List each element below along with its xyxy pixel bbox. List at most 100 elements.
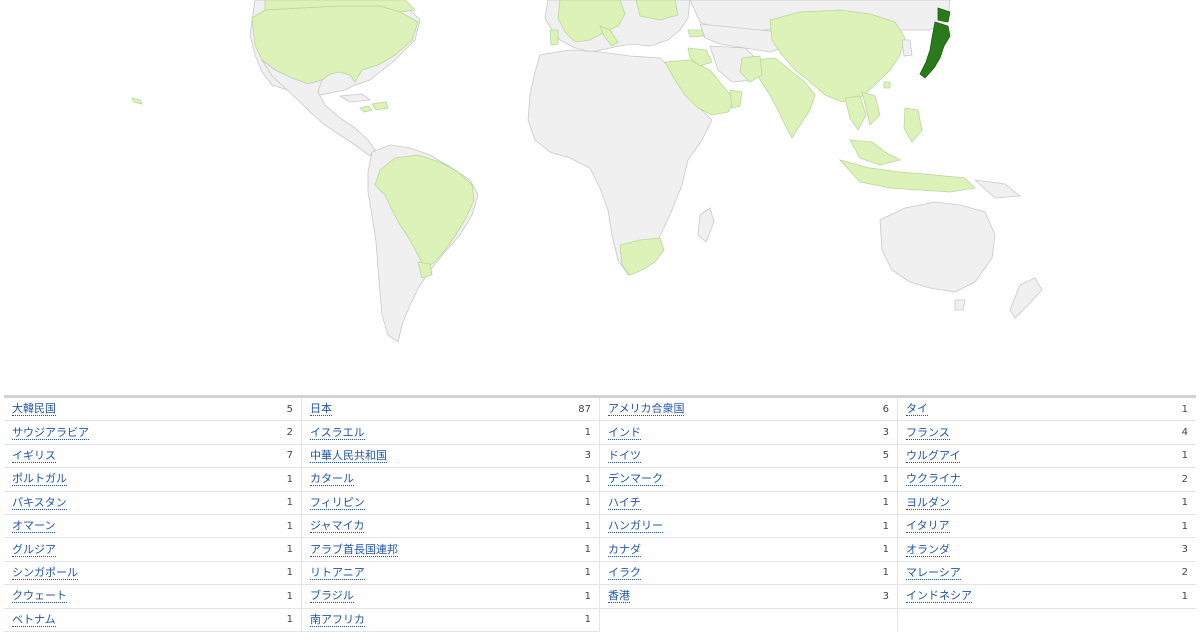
country-link[interactable]: ドイツ — [608, 449, 641, 463]
table-cell: シンガポール 1 — [4, 561, 302, 586]
table-cell: マレーシア 2 — [898, 562, 1196, 586]
table-cell: ヨルダン 1 — [898, 492, 1196, 515]
table-cell: ウルグアイ 1 — [898, 445, 1196, 469]
country-link[interactable]: イスラエル — [310, 426, 365, 440]
country-count: 7 — [286, 450, 293, 462]
country-link[interactable]: イタリア — [906, 519, 950, 534]
table-cell: ポルトガル 1 — [4, 468, 302, 492]
country-link[interactable]: ハイチ — [608, 496, 641, 510]
table-cell: タイ 1 — [898, 398, 1196, 422]
country-link[interactable]: マレーシア — [906, 566, 961, 580]
country-link[interactable]: オマーン — [12, 519, 56, 534]
country-link[interactable]: タイ — [906, 402, 928, 417]
country-link[interactable]: サウジアラビア — [12, 426, 89, 440]
country-link[interactable]: インド — [608, 426, 641, 440]
map-region-korea[interactable] — [901, 39, 913, 57]
map-region-tasmania[interactable] — [954, 299, 966, 311]
table-row: イギリス 7 中華人民共和国 3 ドイツ 5 ウルグアイ 1 — [4, 444, 1196, 469]
map-region-malaysia[interactable] — [849, 139, 902, 166]
map-region-australia[interactable] — [879, 201, 996, 293]
country-count: 1 — [1181, 520, 1188, 532]
map-region-indonesia[interactable] — [838, 159, 976, 193]
map-region-hong-kong[interactable] — [883, 81, 891, 89]
country-count: 1 — [286, 473, 293, 485]
country-count: 1 — [1181, 403, 1188, 415]
table-cell: ドイツ 5 — [600, 444, 898, 469]
map-region-madagascar[interactable] — [697, 207, 715, 243]
map-region-thailand[interactable] — [844, 95, 867, 131]
country-count: 1 — [286, 567, 293, 579]
country-count: 3 — [1181, 544, 1188, 556]
country-link[interactable]: ヨルダン — [906, 496, 950, 510]
country-link[interactable]: デンマーク — [608, 472, 663, 487]
map-region-south-africa[interactable] — [619, 237, 665, 276]
country-link[interactable]: ポルトガル — [12, 472, 67, 487]
table-cell: フィリピン 1 — [302, 491, 600, 515]
country-count: 2 — [286, 427, 293, 439]
table-cell — [898, 609, 1196, 632]
map-region-vietnam[interactable] — [861, 91, 881, 126]
country-count: 1 — [1181, 450, 1188, 462]
map-region-oman[interactable] — [729, 89, 743, 109]
map-region-philippines[interactable] — [903, 107, 923, 143]
country-count: 1 — [584, 427, 591, 439]
country-link[interactable]: インドネシア — [906, 589, 972, 604]
country-count: 87 — [578, 403, 591, 415]
world-map[interactable] — [0, 0, 1200, 395]
map-region-georgia[interactable] — [687, 29, 705, 38]
country-link[interactable]: ハンガリー — [608, 519, 663, 534]
country-link[interactable]: フィリピン — [310, 496, 365, 510]
country-count: 1 — [882, 473, 889, 485]
country-link[interactable]: グルジア — [12, 543, 56, 557]
country-link[interactable]: パキスタン — [12, 496, 67, 510]
country-link[interactable]: ウルグアイ — [906, 449, 961, 463]
country-link[interactable]: ブラジル — [310, 589, 354, 604]
country-link[interactable]: 香港 — [608, 589, 630, 604]
map-region-new-zealand[interactable] — [1009, 277, 1043, 319]
table-cell: 中華人民共和国 3 — [302, 444, 600, 469]
table-row: クウェート 1 ブラジル 1 香港 3 インドネシア 1 — [4, 585, 1196, 609]
table-cell: オランダ 3 — [898, 538, 1196, 562]
country-link[interactable]: 南アフリカ — [310, 613, 365, 627]
country-link[interactable]: クウェート — [12, 589, 67, 604]
map-region-haiti[interactable] — [371, 101, 389, 111]
table-row: ベトナム 1 南アフリカ 1 — [4, 608, 1196, 632]
map-region-hawaii[interactable] — [131, 97, 143, 105]
table-cell: イタリア 1 — [898, 515, 1196, 539]
country-count: 1 — [882, 544, 889, 556]
table-cell: フランス 4 — [898, 421, 1196, 445]
table-cell: ウクライナ 2 — [898, 468, 1196, 492]
map-region-portugal[interactable] — [549, 29, 559, 46]
country-link[interactable]: カナダ — [608, 543, 641, 557]
country-link[interactable]: アラブ首長国連邦 — [310, 543, 398, 557]
country-count: 1 — [286, 614, 293, 626]
country-link[interactable]: ベトナム — [12, 613, 56, 627]
country-link[interactable]: 日本 — [310, 402, 332, 417]
table-row: シンガポール 1 リトアニア 1 イラク 1 マレーシア 2 — [4, 561, 1196, 586]
table-cell: カタール 1 — [302, 468, 600, 492]
country-link[interactable]: シンガポール — [12, 566, 78, 580]
country-count: 1 — [584, 520, 591, 532]
country-link[interactable]: イギリス — [12, 449, 56, 463]
country-link[interactable]: カタール — [310, 472, 354, 487]
map-region-jamaica[interactable] — [359, 105, 373, 113]
country-link[interactable]: 大韓民国 — [12, 402, 56, 417]
country-link[interactable]: ウクライナ — [906, 472, 961, 487]
map-region-cuba[interactable] — [338, 93, 372, 103]
table-cell: ジャマイカ 1 — [302, 514, 600, 539]
country-link[interactable]: リトアニア — [310, 566, 365, 580]
country-link[interactable]: アメリカ合衆国 — [608, 402, 685, 417]
country-link[interactable]: イラク — [608, 566, 641, 580]
country-link[interactable]: ジャマイカ — [310, 519, 365, 534]
map-region-papua[interactable] — [973, 179, 1022, 199]
world-map-svg — [131, 0, 1043, 343]
country-count: 2 — [1181, 473, 1188, 485]
country-count: 2 — [1181, 567, 1188, 579]
country-link[interactable]: オランダ — [906, 543, 950, 557]
country-count: 3 — [584, 450, 591, 462]
country-count: 1 — [584, 544, 591, 556]
country-count: 1 — [286, 590, 293, 602]
country-link[interactable]: フランス — [906, 426, 950, 440]
table-cell: アメリカ合衆国 6 — [600, 398, 898, 422]
country-link[interactable]: 中華人民共和国 — [310, 449, 387, 463]
